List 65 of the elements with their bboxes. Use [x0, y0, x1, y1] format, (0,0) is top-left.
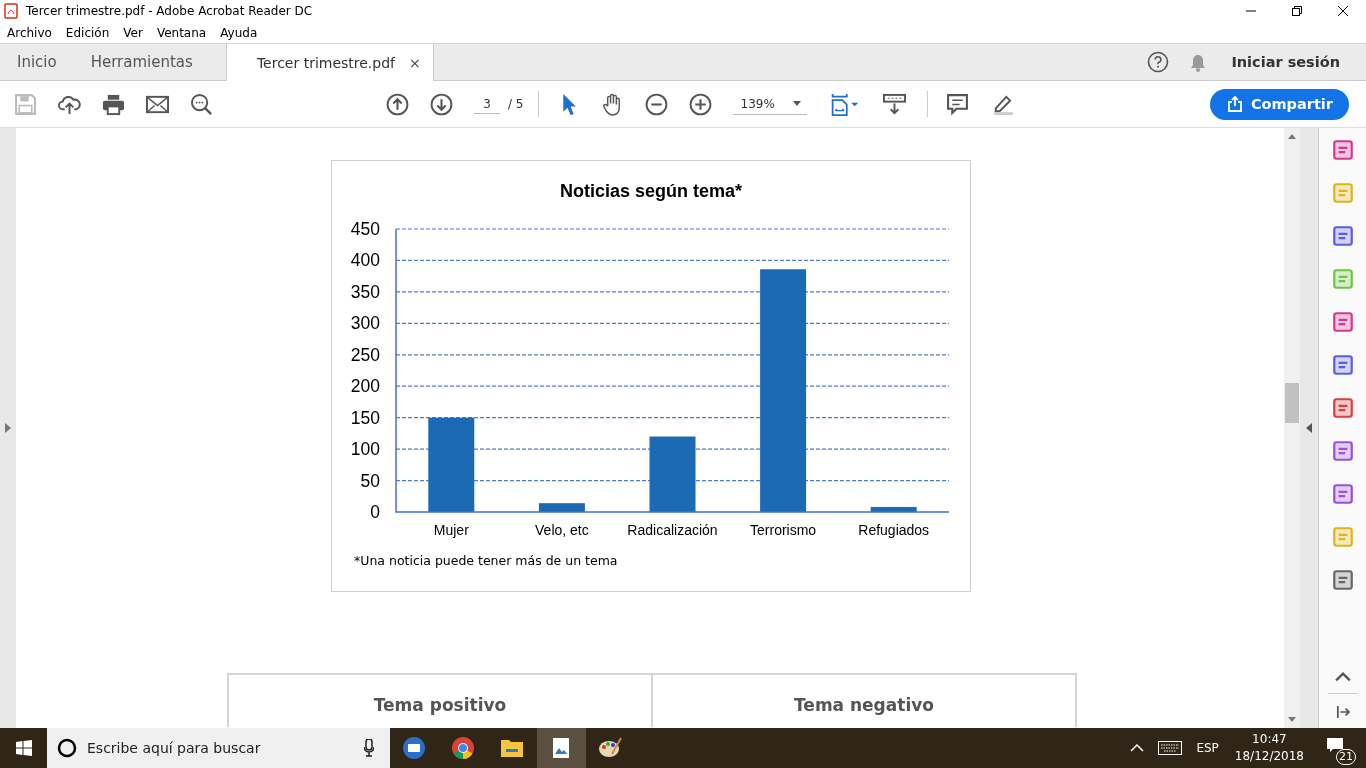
zoom-dropdown[interactable]: 139%	[732, 93, 807, 115]
language-indicator[interactable]: ESP	[1196, 741, 1219, 755]
windows-start-icon[interactable]	[16, 740, 32, 756]
browser-icon[interactable]	[451, 736, 475, 760]
share-icon[interactable]	[1226, 96, 1243, 112]
y-tick-label: 150	[350, 407, 380, 428]
menu-item[interactable]: Edición	[65, 25, 110, 40]
scroll-up-icon[interactable]	[1288, 134, 1296, 139]
sign-in-link[interactable]: Iniciar sesión	[1231, 54, 1340, 70]
category-label: Terrorismo	[750, 522, 817, 538]
keyboard-icon[interactable]	[1158, 741, 1183, 755]
y-tick-label: 400	[350, 250, 380, 271]
microphone-icon[interactable]	[364, 739, 374, 757]
chart-title: Noticias según tema*	[559, 181, 743, 201]
scroll-down-icon[interactable]	[1288, 717, 1296, 722]
scroll-mode-icon[interactable]	[882, 92, 906, 116]
y-tick-label: 250	[350, 344, 380, 365]
search-icon[interactable]	[190, 92, 213, 116]
menu-item[interactable]: Ver	[123, 25, 143, 40]
tab[interactable]: Inicio	[0, 44, 74, 80]
paint-palette-icon[interactable]	[598, 736, 622, 760]
menu-item[interactable]: Archivo	[7, 25, 52, 40]
y-tick-label: 450	[350, 219, 380, 239]
restore-icon[interactable]	[1292, 6, 1302, 16]
circle-icon[interactable]	[57, 738, 77, 758]
tab[interactable]: Herramientas	[73, 44, 210, 80]
notification-count-badge: 21	[1336, 749, 1356, 765]
taskbar-search-field[interactable]: Escribe aquí para buscar	[47, 728, 390, 768]
menu-item[interactable]: Ventana	[156, 25, 207, 40]
collapse-panel-icon[interactable]	[1334, 706, 1351, 718]
mail-app-icon[interactable]	[402, 736, 426, 760]
window-title: Tercer trimestre.pdf - Adobe Acrobat Reader DC	[26, 4, 313, 18]
zoom-in-icon[interactable]	[688, 92, 712, 116]
expand-left-icon[interactable]	[5, 423, 11, 433]
y-tick-label: 300	[350, 313, 380, 334]
chevron-up-icon[interactable]	[1334, 671, 1351, 683]
table-header-cell-text: Tema positivo	[372, 694, 508, 717]
clock-time[interactable]: 10:47	[1252, 731, 1287, 748]
y-tick-label: 50	[360, 470, 380, 491]
page-total: / 5	[508, 97, 524, 111]
print-icon[interactable]	[102, 92, 125, 116]
active-app-highlight[interactable]	[537, 728, 586, 768]
category-label: Mujer	[433, 522, 469, 538]
zoom-out-icon[interactable]	[644, 92, 668, 116]
y-tick-label: 350	[350, 281, 380, 302]
share-button[interactable]: Compartir	[1209, 88, 1349, 120]
close-icon[interactable]	[1338, 6, 1348, 16]
menu-item[interactable]: Ayuda	[220, 25, 258, 40]
collapse-right-icon[interactable]	[1306, 423, 1312, 433]
notifications-icon[interactable]	[1326, 737, 1344, 753]
category-label: Velo, etc	[535, 522, 589, 538]
tab[interactable]: Tercer trimestre.pdf ×	[225, 44, 434, 81]
arrow-down-circle-icon[interactable]	[430, 92, 453, 116]
chart-footnote: *Una noticia puede tener más de un tema	[354, 553, 618, 568]
y-tick-label: 200	[350, 376, 380, 397]
y-tick-label: 0	[370, 502, 380, 522]
y-tick-label: 100	[350, 439, 380, 460]
pdf-app-icon	[4, 3, 18, 19]
scrollbar-thumb[interactable]	[1285, 383, 1299, 423]
category-label: Radicalización	[627, 522, 718, 538]
clock-date[interactable]: 18/12/2018	[1234, 748, 1304, 765]
arrow-up-circle-icon[interactable]	[386, 92, 409, 116]
category-label: Refugiados	[858, 522, 930, 538]
caret-icon[interactable]	[792, 101, 801, 106]
help-icon[interactable]	[1147, 51, 1170, 73]
